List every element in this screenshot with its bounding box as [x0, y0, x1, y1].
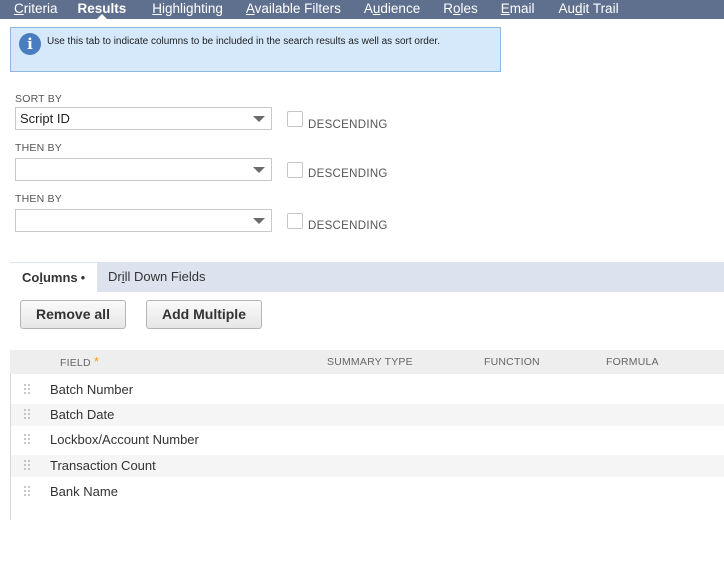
tab-audit-trail[interactable]: Audit Trail — [559, 0, 619, 19]
chevron-down-icon — [253, 167, 265, 173]
subtab-bar: Columns • Drill Down Fields — [10, 262, 724, 292]
sort-by-value: Script ID — [20, 111, 70, 126]
then-by-1-descending-label: DESCENDING — [308, 168, 388, 180]
then-by-label: THEN BY — [15, 142, 62, 154]
field-name: Transaction Count — [50, 458, 156, 473]
tab-highlighting[interactable]: Highlighting — [152, 0, 223, 19]
then-by-2-descending-checkbox[interactable] — [287, 213, 303, 229]
field-name: Batch Number — [50, 382, 134, 397]
column-header-function[interactable]: FUNCTION — [484, 350, 540, 374]
then-by-select-2[interactable] — [15, 209, 272, 232]
then-by-select-1[interactable] — [15, 158, 272, 181]
drag-handle-icon[interactable] — [24, 459, 30, 472]
table-header: FIELD * SUMMARY TYPE FUNCTION FORMULA — [10, 350, 724, 374]
drag-handle-icon[interactable] — [24, 433, 30, 446]
table-row[interactable]: Lockbox/Account Number — [10, 429, 724, 451]
column-header-summary-type[interactable]: SUMMARY TYPE — [327, 350, 413, 374]
tab-email[interactable]: Email — [501, 0, 535, 19]
table-left-border — [10, 374, 11, 520]
drag-handle-icon[interactable] — [24, 383, 30, 396]
chevron-down-icon — [253, 218, 265, 224]
info-message-text: Use this tab to indicate columns to be i… — [47, 36, 440, 47]
then-by-1-descending-checkbox[interactable] — [287, 162, 303, 178]
tab-available-filters[interactable]: Available Filters — [246, 0, 341, 19]
column-header-formula[interactable]: FORMULA — [606, 350, 659, 374]
field-name: Lockbox/Account Number — [50, 432, 199, 447]
top-tab-bar: Criteria Results Highlighting Available … — [0, 0, 724, 20]
table-row[interactable]: Bank Name — [10, 481, 724, 503]
subtab-columns[interactable]: Columns • — [10, 262, 98, 292]
drag-handle-icon[interactable] — [24, 485, 30, 498]
sort-by-label: SORT BY — [15, 93, 63, 105]
required-asterisk: * — [93, 354, 100, 369]
tab-criteria[interactable]: Criteria — [14, 0, 58, 19]
sort-by-descending-checkbox[interactable] — [287, 111, 303, 127]
info-message: i Use this tab to indicate columns to be… — [10, 27, 501, 72]
subtab-drill-down-fields[interactable]: Drill Down Fields — [96, 262, 218, 292]
tab-audience[interactable]: Audience — [364, 0, 420, 19]
chevron-down-icon — [253, 116, 265, 122]
info-icon: i — [19, 33, 41, 55]
table-row[interactable]: Batch Date — [10, 404, 724, 426]
tab-roles[interactable]: Roles — [443, 0, 478, 19]
field-name: Bank Name — [50, 484, 118, 499]
sort-by-descending-label: DESCENDING — [308, 119, 388, 131]
sort-by-select[interactable]: Script ID — [15, 107, 272, 130]
table-row[interactable]: Transaction Count — [10, 455, 724, 477]
add-multiple-button[interactable]: Add Multiple — [146, 300, 262, 329]
table-row[interactable]: Batch Number — [10, 379, 724, 401]
remove-all-button[interactable]: Remove all — [20, 300, 126, 329]
tab-results[interactable]: Results — [78, 0, 126, 20]
then-by-label: THEN BY — [15, 193, 62, 205]
drag-handle-icon[interactable] — [24, 408, 30, 421]
column-header-field[interactable]: FIELD * — [60, 350, 99, 375]
field-name: Batch Date — [50, 407, 115, 422]
then-by-2-descending-label: DESCENDING — [308, 220, 388, 232]
